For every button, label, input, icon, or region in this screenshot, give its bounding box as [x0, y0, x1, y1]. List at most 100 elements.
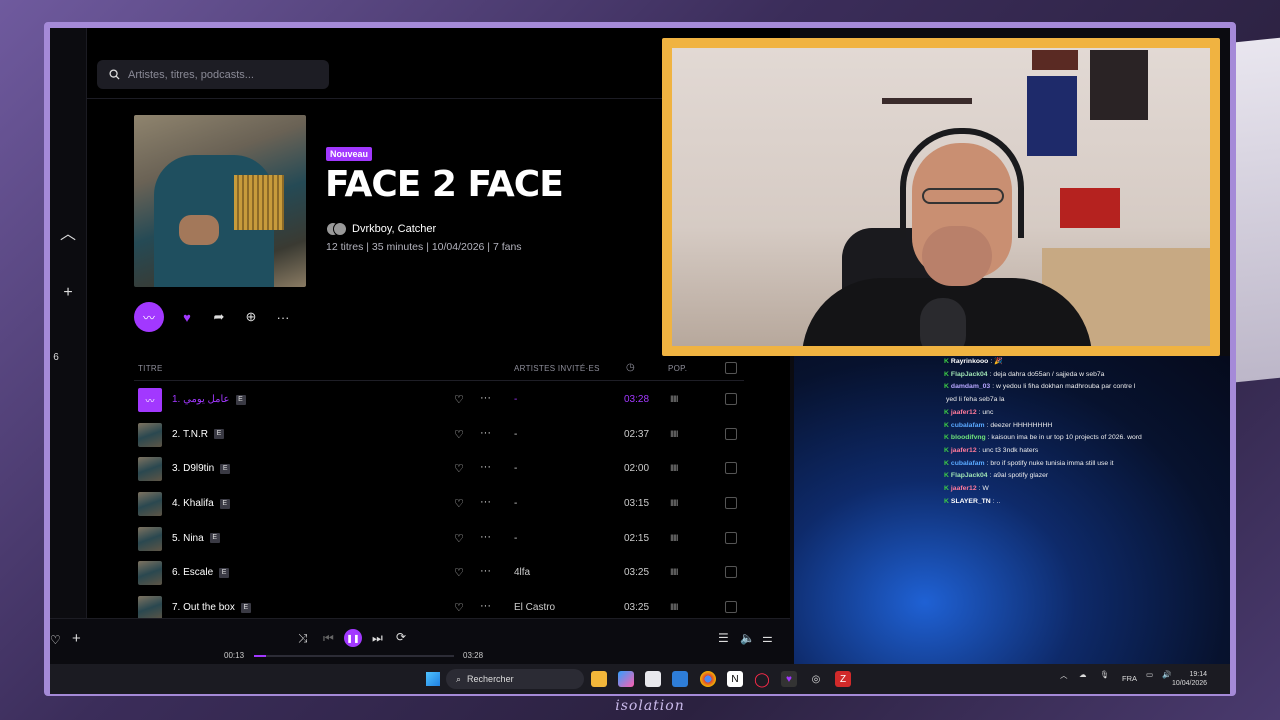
track-thumbnail[interactable]: [138, 492, 162, 517]
chat-username[interactable]: jaafer12: [951, 445, 977, 458]
track-more-icon[interactable]: ···: [480, 565, 491, 577]
track-heart-icon[interactable]: ♡: [454, 601, 464, 614]
obs-icon[interactable]: ◎: [808, 671, 824, 687]
track-more-icon[interactable]: ···: [480, 427, 491, 439]
plus-icon[interactable]: +: [54, 284, 82, 304]
track-thumbnail[interactable]: [138, 526, 162, 551]
track-thumbnail[interactable]: [138, 457, 162, 482]
track-featured[interactable]: 4lfa: [514, 567, 530, 578]
track-row[interactable]: 2. T.N.R E ♡ ··· - 02:37 IIIII: [134, 419, 744, 454]
track-featured[interactable]: -: [514, 394, 517, 405]
track-more-icon[interactable]: ···: [480, 600, 491, 612]
app-red-icon[interactable]: Z: [835, 671, 851, 687]
progress-bar[interactable]: [254, 655, 454, 657]
album-artists[interactable]: Dvrkboy, Catcher: [326, 222, 436, 236]
track-checkbox[interactable]: [725, 497, 737, 510]
track-title[interactable]: 2. T.N.R E: [172, 429, 224, 440]
track-heart-icon[interactable]: ♡: [454, 497, 464, 510]
track-more-icon[interactable]: ···: [480, 496, 491, 508]
track-more-icon[interactable]: ···: [480, 461, 491, 473]
more-options-icon[interactable]: ···: [274, 308, 292, 326]
chat-username[interactable]: jaafer12: [951, 483, 977, 496]
select-all-checkbox[interactable]: [725, 362, 737, 374]
track-checkbox[interactable]: [725, 531, 737, 544]
track-row[interactable]: 6. Escale E ♡ ··· 4lfa 03:25 IIIII: [134, 557, 744, 592]
queue-icon[interactable]: ☰: [718, 631, 729, 645]
notion-icon[interactable]: N: [727, 671, 743, 687]
previous-icon[interactable]: ⏮: [323, 631, 334, 646]
calendar-icon[interactable]: [645, 671, 661, 687]
track-thumbnail[interactable]: [138, 561, 162, 586]
tray-chevron-icon[interactable]: ︿: [1060, 670, 1068, 681]
track-featured[interactable]: -: [514, 533, 517, 544]
track-heart-icon[interactable]: ♡: [454, 566, 464, 579]
equalizer-icon[interactable]: ⚌: [762, 631, 773, 645]
track-featured[interactable]: -: [514, 498, 517, 509]
taskbar-search[interactable]: ⌕ Rechercher: [446, 669, 584, 689]
chat-username[interactable]: SLAYER_TN: [951, 496, 991, 509]
mail-icon[interactable]: [672, 671, 688, 687]
deezer-icon[interactable]: ♥: [781, 671, 797, 687]
volume-tray-icon[interactable]: 🔊: [1162, 670, 1171, 679]
play-album-button[interactable]: 〰: [134, 302, 164, 332]
track-checkbox[interactable]: [725, 462, 737, 475]
track-title[interactable]: 7. Out the box E: [172, 602, 251, 613]
download-icon[interactable]: ⊕: [242, 308, 260, 326]
track-checkbox[interactable]: [725, 427, 737, 440]
chat-username[interactable]: damdam_03: [951, 381, 990, 394]
chat-username[interactable]: cubalafam: [951, 458, 985, 471]
track-heart-icon[interactable]: ♡: [454, 532, 464, 545]
track-title[interactable]: 6. Escale E: [172, 567, 230, 578]
track-checkbox[interactable]: [725, 566, 737, 579]
copilot-icon[interactable]: [618, 671, 634, 687]
track-title[interactable]: 3. D9l9tin E: [172, 463, 231, 474]
track-row[interactable]: 3. D9l9tin E ♡ ··· - 02:00 IIIII: [134, 453, 744, 488]
track-heart-icon[interactable]: ♡: [454, 393, 464, 406]
track-heart-icon[interactable]: ♡: [454, 462, 464, 475]
shuffle-icon[interactable]: ⤨: [298, 631, 308, 646]
language-indicator[interactable]: FRA: [1122, 674, 1137, 683]
track-featured[interactable]: El Castro: [514, 602, 555, 613]
next-icon[interactable]: ⏭: [372, 631, 383, 646]
track-thumbnail[interactable]: [138, 422, 162, 447]
chat-username[interactable]: FlapJack04: [951, 470, 988, 483]
pause-button[interactable]: ❚❚: [344, 629, 362, 647]
favorite-heart-icon[interactable]: ♥: [178, 308, 196, 326]
volume-icon[interactable]: 🔈: [740, 631, 755, 645]
track-featured[interactable]: -: [514, 463, 517, 474]
track-checkbox[interactable]: [725, 601, 737, 614]
opera-icon[interactable]: ◯: [754, 671, 770, 687]
share-icon[interactable]: ➦: [210, 308, 228, 326]
chrome-icon[interactable]: [700, 671, 716, 687]
track-more-icon[interactable]: ···: [480, 392, 491, 404]
track-featured[interactable]: -: [514, 429, 517, 440]
heart-icon[interactable]: ♡: [50, 633, 61, 647]
repeat-icon[interactable]: ⟳: [396, 630, 406, 644]
clock[interactable]: 19:14 10/04/2026: [1172, 670, 1207, 688]
track-row[interactable]: 〰 1. عامل يومي E ♡ ··· - 03:28 IIIII: [134, 384, 744, 419]
network-icon[interactable]: ▭: [1146, 670, 1153, 679]
track-checkbox[interactable]: [725, 393, 737, 405]
chat-username[interactable]: cubalafam: [951, 420, 985, 433]
track-thumbnail[interactable]: [138, 596, 162, 621]
file-explorer-icon[interactable]: [591, 671, 607, 687]
onedrive-icon[interactable]: ☁: [1079, 670, 1087, 679]
chat-username[interactable]: jaafer12: [951, 407, 977, 420]
chat-username[interactable]: FlapJack04: [951, 369, 988, 382]
track-row[interactable]: 4. Khalifa E ♡ ··· - 03:15 IIIII: [134, 488, 744, 523]
track-title[interactable]: 1. عامل يومي E: [172, 394, 246, 405]
track-title[interactable]: 5. Nina E: [172, 533, 220, 544]
search-input[interactable]: Artistes, titres, podcasts...: [97, 60, 329, 89]
chat-username[interactable]: Rayrinkooo: [951, 356, 988, 369]
track-heart-icon[interactable]: ♡: [454, 428, 464, 441]
mic-icon[interactable]: 🎙: [1100, 670, 1110, 679]
now-playing-icon[interactable]: 〰: [138, 388, 162, 412]
track-row[interactable]: 5. Nina E ♡ ··· - 02:15 IIIII: [134, 523, 744, 558]
windows-start-icon[interactable]: [426, 672, 440, 686]
track-title[interactable]: 4. Khalifa E: [172, 498, 230, 509]
chevron-up-icon[interactable]: ︿: [54, 220, 82, 243]
stream-chat: K Rayrinkooo : 🎉 K FlapJack04 : deja dahra …: [944, 356, 1162, 508]
chat-username[interactable]: bloodifvng: [951, 432, 986, 445]
add-icon[interactable]: +: [72, 630, 81, 647]
track-more-icon[interactable]: ···: [480, 531, 491, 543]
